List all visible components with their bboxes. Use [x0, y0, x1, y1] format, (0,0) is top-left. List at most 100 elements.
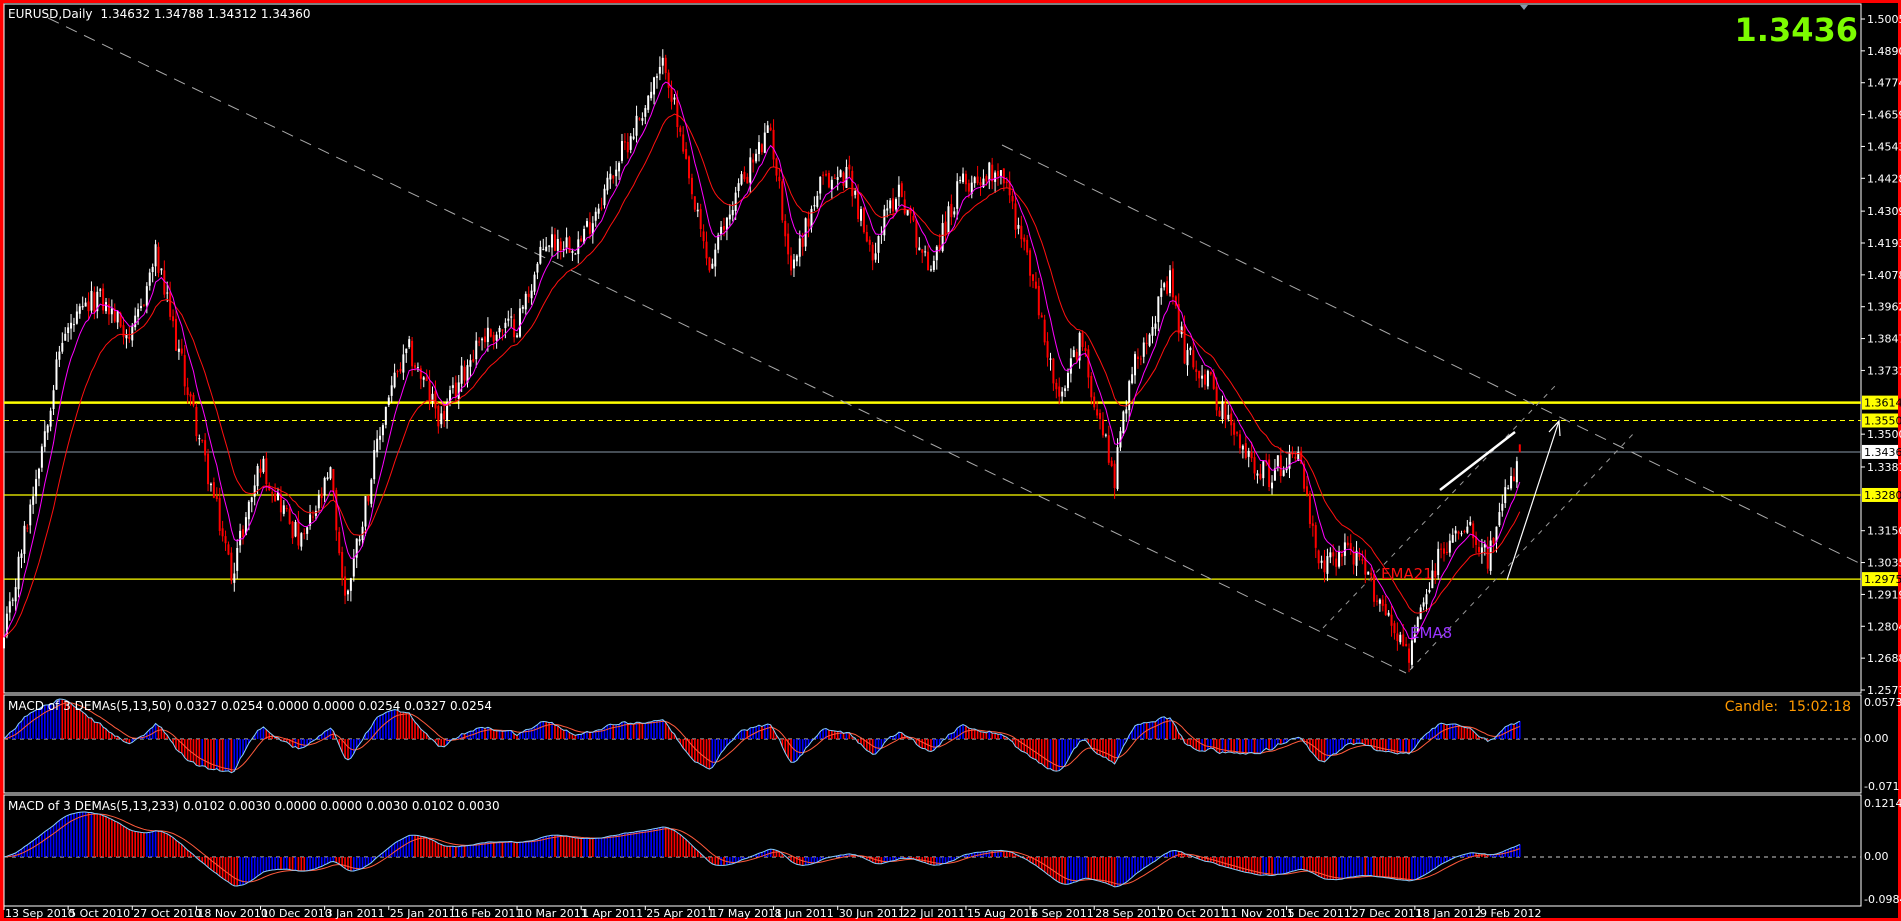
- candle-body: [997, 170, 1000, 177]
- candle-body: [1381, 599, 1384, 606]
- candle: [93, 286, 96, 320]
- candle-body: [495, 334, 498, 341]
- candle-body: [338, 531, 341, 554]
- candle-body: [594, 211, 597, 221]
- candle-body: [145, 286, 148, 306]
- candle-body: [1518, 444, 1521, 452]
- price-highlight-label: 1.32800: [1864, 489, 1901, 502]
- candle: [1110, 457, 1113, 468]
- chart-canvas[interactable]: EMA21 EMA8 EURUSD,Daily 1.34632 1.34788 1…: [0, 0, 1901, 921]
- candle-body: [177, 348, 180, 352]
- candle: [1259, 464, 1262, 481]
- candle-body: [1002, 168, 1005, 184]
- candle-body: [1390, 614, 1393, 626]
- candle: [679, 125, 682, 137]
- candle: [839, 169, 842, 178]
- candle-body: [483, 336, 486, 343]
- candle-body: [574, 253, 577, 255]
- candle: [437, 404, 440, 434]
- candle-body: [918, 247, 921, 251]
- price-axis[interactable]: 1.50055 1.48900 1.47745 1.46590 1.45435 1.442…: [1861, 13, 1901, 697]
- candle: [1066, 368, 1069, 392]
- candle-body: [638, 118, 641, 120]
- candle: [478, 337, 481, 347]
- candle-body: [253, 485, 256, 497]
- candle-body: [618, 162, 621, 172]
- candle-body: [498, 327, 501, 333]
- candle: [1364, 549, 1367, 584]
- candle-body: [49, 410, 52, 427]
- candle: [705, 231, 708, 266]
- candle-body: [1489, 540, 1492, 571]
- candle-body: [1326, 556, 1329, 574]
- time-axis[interactable]: 13 Sep 20105 Oct 2010 27 Oct 201018 Nov 2…: [3, 906, 1541, 920]
- candle: [157, 242, 160, 278]
- candle-body: [1271, 482, 1274, 489]
- candle-body: [457, 382, 460, 400]
- candle-body: [714, 249, 717, 267]
- candle: [154, 239, 157, 277]
- candle-body: [67, 327, 70, 333]
- candle: [96, 286, 99, 319]
- candle-body: [897, 184, 900, 197]
- candle: [586, 218, 588, 228]
- candle: [125, 329, 128, 349]
- candle-body: [620, 141, 623, 161]
- candle: [1349, 534, 1352, 555]
- arrow-line[interactable]: [1506, 420, 1560, 581]
- candle-body: [749, 157, 752, 183]
- candle-body: [1122, 411, 1125, 434]
- time-tick-label: 3 Jan 2011: [326, 907, 385, 920]
- candle: [402, 344, 405, 380]
- candle-body: [682, 134, 685, 152]
- candle-body: [658, 66, 661, 74]
- candle-body: [78, 306, 81, 314]
- channel-lower-trendline[interactable]: [47, 17, 1407, 674]
- candle: [1151, 316, 1154, 344]
- candle: [1224, 398, 1227, 429]
- candle: [75, 303, 78, 325]
- candle: [32, 486, 35, 514]
- candle: [326, 472, 329, 481]
- channel-upper-trendline[interactable]: [1001, 144, 1862, 565]
- candle: [204, 433, 207, 462]
- candle: [1346, 536, 1349, 548]
- candle: [250, 496, 253, 513]
- shift-marker-icon[interactable]: [1520, 5, 1528, 10]
- candle-body: [588, 222, 591, 234]
- candle: [349, 577, 352, 602]
- candle: [574, 252, 577, 255]
- candle-body: [1241, 445, 1244, 450]
- candle-body: [921, 249, 924, 253]
- candle-body: [402, 354, 405, 373]
- white-trendline[interactable]: [1439, 431, 1516, 491]
- candle: [795, 254, 798, 267]
- candle-body: [545, 246, 548, 252]
- candle-body: [816, 195, 819, 207]
- candle: [877, 235, 880, 264]
- candle: [1081, 330, 1084, 352]
- candle-body: [609, 173, 612, 180]
- candle-body: [1090, 376, 1093, 398]
- candle-body: [1268, 459, 1271, 488]
- candle: [454, 375, 457, 403]
- price-tick-label: 1.45435: [1867, 140, 1901, 153]
- price-highlight-label: 1.29750: [1864, 573, 1901, 586]
- candle: [1241, 444, 1244, 459]
- macd2-min: -0.0984: [1864, 893, 1901, 906]
- candle-body: [35, 479, 38, 497]
- candle-body: [676, 96, 679, 127]
- candle-body: [323, 477, 326, 496]
- candle: [1308, 490, 1311, 529]
- candle: [198, 434, 201, 446]
- candle: [323, 476, 326, 503]
- upchannel-upper-line[interactable]: [1322, 385, 1556, 629]
- candle-body: [1145, 342, 1148, 344]
- candle-body: [1501, 503, 1504, 511]
- candle-body: [370, 479, 373, 504]
- candle: [1378, 598, 1381, 612]
- candle-body: [1282, 470, 1285, 476]
- candle: [763, 123, 766, 154]
- candle: [1154, 315, 1157, 336]
- candle: [416, 362, 419, 373]
